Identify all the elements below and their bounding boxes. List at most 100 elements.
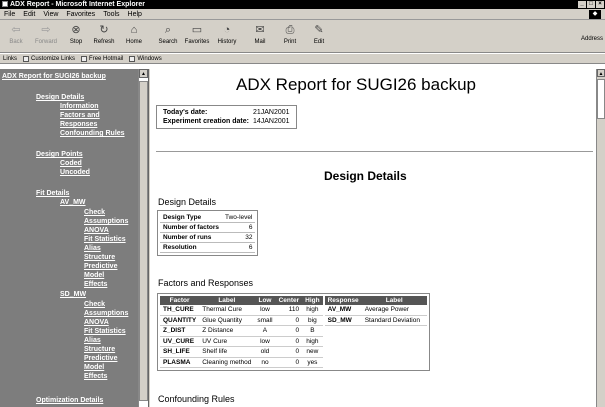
windows-logo-icon: ◆ [589,10,601,19]
nav-information-link[interactable]: Information [60,103,99,111]
nav-av-check-link[interactable]: Check [84,209,105,217]
design-details-table: Design Type Two-level Number of factors … [157,210,259,256]
mail-button[interactable]: ✉ Mail [246,23,274,51]
nav-responses-link[interactable]: Responses [60,121,97,129]
nav-sd-effects-link[interactable]: Effects [84,373,107,381]
back-button[interactable]: ⇦ Back [2,23,30,51]
edit-button[interactable]: ✎ Edit [305,23,333,51]
nav-av-model-link[interactable]: Model [84,272,104,280]
exp-date-value: 14JAN2001 [252,118,290,125]
print-button[interactable]: ⎙ Print [276,23,304,51]
nav-av-structure-link[interactable]: Structure [84,254,115,262]
nav-av-anova-link[interactable]: ANOVA [84,227,109,235]
design-details-heading: Design Details [158,197,217,207]
nav-sd-model-link[interactable]: Model [84,364,104,372]
nav-sd-alias-link[interactable]: Alias [84,337,101,345]
menu-view[interactable]: View [43,11,58,18]
menu-tools[interactable]: Tools [103,11,119,18]
nav-sd-anova-link[interactable]: ANOVA [84,319,109,327]
forward-button[interactable]: ⇨ Forward [32,23,60,51]
back-arrow-icon: ⇦ [11,24,21,36]
confounding-heading: Confounding Rules [158,394,235,404]
main-scroll-thumb[interactable] [597,79,605,119]
favorites-button[interactable]: ▭ Favorites [183,23,211,51]
nav-av-effects-link[interactable]: Effects [84,281,107,289]
responses-table: Response Label AV_MW Average Power SD_MW… [324,296,427,326]
table-row: TH_CURE Thermal Cure low 110 high [160,305,323,316]
menu-favorites[interactable]: Favorites [66,11,95,18]
history-icon: ◔ [223,24,231,36]
nav-optimization-details-link[interactable]: Optimization Details [36,397,103,405]
section-title: Design Details [324,169,407,183]
page-icon [23,55,30,62]
nav-av-fit-statistics-link[interactable]: Fit Statistics [84,236,126,244]
nav-coded-link[interactable]: Coded [60,160,82,168]
table-row: QUANTITY Glue Quantity small 0 big [160,315,323,326]
table-row: Resolution 6 [160,242,256,253]
nav-sd-assumptions-link[interactable]: Assumptions [84,310,128,318]
stop-icon: ⊗ [71,24,81,36]
forward-arrow-icon: ⇨ [41,24,51,36]
menu-edit[interactable]: Edit [23,11,35,18]
exp-date-label: Experiment creation date: [163,118,249,125]
table-row: PLASMA Cleaning method no 0 yes [160,357,323,368]
scroll-up-arrow-icon[interactable]: ▲ [597,69,605,77]
nav-confounding-rules-link[interactable]: Confounding Rules [60,130,125,138]
link-customize-links[interactable]: Customize Links [23,55,75,62]
nav-design-points-link[interactable]: Design Points [36,151,83,159]
nav-sd-fit-statistics-link[interactable]: Fit Statistics [84,328,126,336]
nav-design-details-link[interactable]: Design Details [36,94,84,102]
factors-table: Factor Label Low Center High TH_CURE The… [160,296,323,368]
links-label: Links [3,55,18,62]
main-frame: ADX Report for SUGI26 backup Today's dat… [150,69,595,407]
table-row: Z_DIST Z Distance A 0 B [160,325,323,337]
nav-av-mw-link[interactable]: AV_MW [60,199,86,207]
menu-help[interactable]: Help [128,11,142,18]
home-button[interactable]: ⌂ Home [120,23,148,51]
menu-file[interactable]: File [4,11,15,18]
menu-bar: File Edit View Favorites Tools Help ◆ [0,9,605,20]
factors-responses-table: Factor Label Low Center High TH_CURE The… [157,293,430,371]
nav-av-predictive-link[interactable]: Predictive [84,263,117,271]
table-row: SH_LIFE Shelf life old 0 new [160,346,323,358]
table-row: Design Type Two-level [160,213,256,223]
nav-av-alias-link[interactable]: Alias [84,245,101,253]
link-free-hotmail[interactable]: Free Hotmail [81,55,123,62]
home-icon: ⌂ [130,24,138,36]
nav-sd-mw-link[interactable]: SD_MW [60,291,86,299]
nav-scroll-thumb[interactable] [139,81,148,401]
nav-fit-details-link[interactable]: Fit Details [36,190,69,198]
nav-sd-structure-link[interactable]: Structure [84,346,115,354]
toolbar: ⇦ Back ⇨ Forward ⊗ Stop ↻ Refresh ⌂ Home… [0,20,605,53]
nav-sd-predictive-link[interactable]: Predictive [84,355,117,363]
nav-frame: ADX Report for SUGI26 backup Design Deta… [0,69,140,407]
report-title: ADX Report for SUGI26 backup [236,75,477,94]
date-info-box: Today's date: 21JAN2001 Experiment creat… [156,105,297,129]
close-button[interactable]: × [596,1,604,8]
nav-av-assumptions-link[interactable]: Assumptions [84,218,128,226]
window-controls: _ □ × [578,1,604,8]
title-bar: ADX Report - Microsoft Internet Explorer… [0,0,605,9]
link-windows[interactable]: Windows [129,55,162,62]
nav-scrollbar[interactable]: ▲ [138,69,148,407]
mail-icon: ✉ [255,24,265,36]
printer-icon: ⎙ [285,24,295,36]
divider [156,151,593,152]
search-button[interactable]: ⌕ Search [154,23,182,51]
nav-sd-check-link[interactable]: Check [84,301,105,309]
minimize-button[interactable]: _ [578,1,586,8]
page-icon [129,55,136,62]
history-button[interactable]: ◔ History [213,23,241,51]
refresh-button[interactable]: ↻ Refresh [90,23,118,51]
table-row: SD_MW Standard Deviation [324,315,427,326]
nav-uncoded-link[interactable]: Uncoded [60,169,90,177]
scroll-up-arrow-icon[interactable]: ▲ [139,69,148,78]
nav-report-title-link[interactable]: ADX Report for SUGI26 backup [2,73,106,81]
nav-factors-link[interactable]: Factors and [60,112,100,120]
address-label: Address [580,36,603,42]
todays-date-value: 21JAN2001 [252,109,290,116]
maximize-button[interactable]: □ [587,1,595,8]
table-row: UV_CURE UV Cure low 0 high [160,336,323,347]
main-scrollbar[interactable]: ▲ [596,69,605,407]
stop-button[interactable]: ⊗ Stop [62,23,90,51]
